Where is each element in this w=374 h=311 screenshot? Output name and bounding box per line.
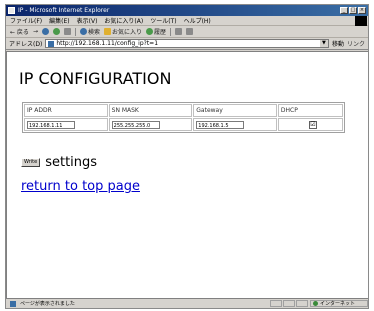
zone-label: インターネット	[320, 301, 356, 307]
favorites-icon	[103, 28, 111, 35]
col-dhcp: DHCP	[277, 104, 343, 117]
print-icon	[186, 28, 194, 35]
refresh-button[interactable]	[52, 28, 60, 35]
mail-button[interactable]	[175, 28, 183, 35]
search-icon	[79, 28, 87, 35]
status-page-icon	[10, 300, 16, 307]
col-sn-mask: SN MASK	[108, 104, 193, 117]
address-input[interactable]: http://192.168.1.11/config_ip?t=1 ▼	[45, 39, 329, 48]
browser-window: IP - Microsoft Internet Explorer _ □ × フ…	[5, 4, 369, 309]
status-bar: ページが表示されました インターネット	[6, 298, 368, 308]
status-pane	[283, 300, 295, 307]
menu-file[interactable]: ファイル(F)	[10, 16, 42, 25]
ip-addr-cell: 192.168.1.11	[24, 118, 108, 131]
sn-mask-input[interactable]: 255.255.255.0	[111, 120, 160, 129]
page-content: IP CONFIGURATION IP ADDR SN MASK Gateway…	[6, 51, 368, 299]
back-button[interactable]: ← 戻る	[10, 27, 29, 36]
back-label: ← 戻る	[10, 29, 29, 36]
favorites-label: お気に入り	[111, 29, 142, 36]
security-zone: インターネット	[310, 300, 368, 307]
sn-mask-cell: 255.255.255.0	[108, 118, 193, 131]
status-left: ページが表示されました	[6, 300, 269, 307]
print-button[interactable]	[186, 28, 194, 35]
window-controls: _ □ ×	[340, 7, 366, 14]
menu-tools[interactable]: ツール(T)	[150, 16, 176, 25]
home-icon	[63, 28, 71, 35]
dhcp-cell: ☑	[277, 118, 343, 131]
page-title: IP CONFIGURATION	[19, 69, 172, 88]
forward-label: →	[32, 28, 38, 35]
dhcp-checkbox[interactable]: ☑	[308, 120, 317, 129]
title-bar: IP - Microsoft Internet Explorer _ □ ×	[6, 5, 368, 16]
refresh-icon	[52, 28, 60, 35]
toolbar: ← 戻る → 検索 お気に入り 履歴	[6, 26, 368, 38]
address-label: アドレス(D)	[9, 41, 43, 48]
gateway-input[interactable]: 192.168.1.5	[196, 120, 245, 129]
search-button[interactable]: 検索	[79, 27, 100, 36]
go-button[interactable]: 移動	[332, 39, 344, 48]
menu-help[interactable]: ヘルプ(H)	[184, 16, 211, 25]
toolbar-divider	[74, 27, 76, 36]
links-button[interactable]: リンク	[347, 39, 365, 48]
mail-icon	[175, 28, 183, 35]
home-button[interactable]	[63, 28, 71, 35]
stop-button[interactable]	[41, 28, 49, 35]
menu-bar: ファイル(F) 編集(E) 表示(V) お気に入り(A) ツール(T) ヘルプ(…	[6, 16, 368, 26]
ie-icon	[8, 7, 15, 14]
ip-addr-input[interactable]: 192.168.1.11	[27, 120, 75, 129]
history-label: 履歴	[154, 29, 167, 36]
windows-logo-icon	[355, 16, 367, 26]
address-bar: アドレス(D) http://192.168.1.11/config_ip?t=…	[6, 38, 368, 50]
table-row: 192.168.1.11 255.255.255.0 192.168.1.5 ☑	[24, 118, 343, 131]
address-url: http://192.168.1.11/config_ip?t=1	[56, 40, 159, 47]
close-button[interactable]: ×	[358, 7, 366, 14]
status-pane	[270, 300, 282, 307]
stop-icon	[41, 28, 49, 35]
ip-config-table: IP ADDR SN MASK Gateway DHCP 192.168.1.1…	[22, 102, 345, 133]
page-icon	[48, 40, 55, 47]
write-row: Write settings	[21, 155, 97, 170]
status-pane	[296, 300, 308, 307]
menu-edit[interactable]: 編集(E)	[49, 16, 69, 25]
window-title: IP - Microsoft Internet Explorer	[18, 7, 110, 14]
menu-favorites[interactable]: お気に入り(A)	[104, 16, 143, 25]
write-button[interactable]: Write	[21, 158, 41, 167]
col-gateway: Gateway	[193, 104, 277, 117]
toolbar-divider	[170, 27, 172, 36]
address-dropdown-icon[interactable]: ▼	[319, 40, 328, 47]
search-label: 検索	[87, 29, 100, 36]
favorites-button[interactable]: お気に入り	[103, 27, 142, 36]
gateway-cell: 192.168.1.5	[193, 118, 277, 131]
status-text: ページが表示されました	[20, 301, 75, 307]
settings-label: settings	[45, 155, 98, 170]
globe-icon	[313, 301, 318, 306]
maximize-button[interactable]: □	[349, 7, 357, 14]
forward-button[interactable]: →	[33, 28, 38, 35]
history-icon	[146, 28, 153, 35]
return-to-top-link[interactable]: return to top page	[21, 179, 140, 194]
minimize-button[interactable]: _	[340, 7, 348, 14]
history-button[interactable]: 履歴	[146, 27, 166, 36]
menu-view[interactable]: 表示(V)	[77, 16, 98, 25]
col-ip-addr: IP ADDR	[24, 104, 108, 117]
table-header-row: IP ADDR SN MASK Gateway DHCP	[24, 104, 343, 117]
